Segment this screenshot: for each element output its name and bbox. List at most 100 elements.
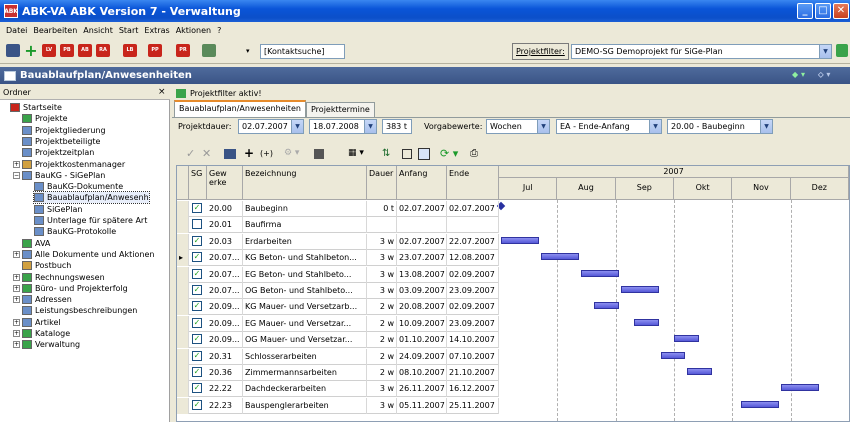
ende-column-header[interactable]: Ende: [447, 166, 499, 200]
close-panel-icon[interactable]: ×: [158, 87, 166, 97]
tree-item-10[interactable]: Unterlage für spätere Art: [34, 215, 147, 226]
print-preview-icon[interactable]: [314, 149, 324, 159]
chevron-down-icon[interactable]: ▼: [537, 120, 549, 133]
gew-cell[interactable]: 20.03: [207, 233, 243, 250]
exit-icon[interactable]: [6, 44, 20, 57]
anfang-cell[interactable]: 02.07.2007: [397, 201, 447, 217]
pp-icon[interactable]: PP: [148, 44, 162, 57]
row-indicator[interactable]: [177, 315, 189, 332]
tree-item-8[interactable]: Bauablaufplan/Anwesenh: [33, 191, 150, 205]
sg-checkbox[interactable]: [192, 219, 202, 230]
gantt-view-icon[interactable]: [418, 148, 430, 160]
menu-datei[interactable]: Datei: [3, 26, 30, 35]
bez-cell[interactable]: Dachdeckerarbeiten: [243, 381, 367, 398]
phase-select[interactable]: 20.00 - Baubeginn ▼: [667, 119, 773, 134]
bez-cell[interactable]: KG Mauer- und Versetzarb...: [243, 299, 367, 316]
ende-cell[interactable]: 02.09.2007: [447, 266, 499, 283]
sort-icon[interactable]: ⇅: [382, 148, 390, 159]
gew-cell[interactable]: 20.31: [207, 348, 243, 365]
tree-item-5[interactable]: Projektkostenmanager: [22, 159, 125, 170]
anfang-cell[interactable]: [397, 217, 447, 234]
sg-checkbox[interactable]: ✓: [192, 350, 202, 361]
collapse-icon[interactable]: −: [13, 171, 20, 179]
gantt-bar[interactable]: [500, 236, 539, 244]
unit-select[interactable]: Wochen ▼: [486, 119, 550, 134]
anfang-cell[interactable]: 20.08.2007: [397, 299, 447, 316]
tree-item-9[interactable]: SiGePlan: [34, 204, 82, 215]
tree-item-20[interactable]: Kataloge: [22, 328, 70, 339]
refresh-icon[interactable]: [836, 44, 848, 57]
anfang-cell[interactable]: 10.09.2007: [397, 315, 447, 332]
table-row[interactable]: ✓ 22.23 Bauspenglerarbeiten 3 w 05.11.2007 25…: [177, 397, 499, 414]
gantt-bar[interactable]: [540, 253, 579, 261]
menu-ansicht[interactable]: Ansicht: [80, 26, 116, 35]
gew-cell[interactable]: 20.01: [207, 217, 243, 234]
refresh-grid-icon[interactable]: ⟳ ▾: [440, 147, 458, 160]
gantt-bar[interactable]: [634, 318, 659, 326]
gantt-bar[interactable]: [620, 286, 659, 293]
dauer-cell[interactable]: 0 t: [367, 201, 397, 217]
ende-cell[interactable]: 23.09.2007: [447, 315, 499, 332]
sg-checkbox[interactable]: ✓: [192, 301, 202, 312]
calendar-icon[interactable]: ▦ ▾: [348, 148, 364, 158]
lb-icon[interactable]: LB: [123, 44, 137, 57]
anfang-cell[interactable]: 24.09.2007: [397, 348, 447, 365]
chevron-down-icon[interactable]: ▼: [760, 120, 772, 133]
sg-checkbox[interactable]: ✓: [192, 235, 202, 246]
bez-cell[interactable]: EG Mauer- und Versetzar...: [243, 315, 367, 332]
table-row[interactable]: ▸ ✓ 20.07... KG Beton- und Stahlbeton... 3 w…: [177, 250, 499, 267]
tree-item-6[interactable]: BauKG - SiGePlan: [22, 170, 105, 181]
tree-item-0[interactable]: Startseite: [10, 102, 62, 113]
dropdown-arrow-icon[interactable]: ▾: [246, 47, 250, 55]
gew-cell[interactable]: 20.07...: [207, 283, 243, 299]
pr-icon[interactable]: PR: [176, 44, 190, 57]
start-date-field[interactable]: 02.07.2007 ▼: [238, 119, 304, 134]
expand-icon[interactable]: +: [13, 284, 20, 292]
tree-item-12[interactable]: AVA: [22, 238, 50, 249]
table-row[interactable]: ✓ 20.31 Schlosserarbeiten 2 w 24.09.2007 07.1…: [177, 348, 499, 365]
table-row[interactable]: ✓ 22.22 Dachdeckerarbeiten 3 w 26.11.2007 16.…: [177, 381, 499, 398]
bez-cell[interactable]: Bauspenglerarbeiten: [243, 397, 367, 414]
row-indicator[interactable]: [177, 348, 189, 365]
close-button[interactable]: ✕: [833, 3, 849, 19]
bez-cell[interactable]: Baubeginn: [243, 201, 367, 217]
anfang-cell[interactable]: 03.09.2007: [397, 283, 447, 299]
bez-cell[interactable]: Zimmermannsarbeiten: [243, 365, 367, 381]
anfang-cell[interactable]: 08.10.2007: [397, 365, 447, 381]
table-row[interactable]: 20.01 Baufirma: [177, 217, 499, 234]
expand-icon[interactable]: +: [13, 250, 20, 258]
dauer-cell[interactable]: 3 w: [367, 381, 397, 398]
anfang-cell[interactable]: 01.10.2007: [397, 332, 447, 349]
tree-item-15[interactable]: Rechnungswesen: [22, 272, 105, 283]
tree-item-16[interactable]: Büro- und Projekterfolg: [22, 283, 128, 294]
tree-item-1[interactable]: Projekte: [22, 113, 68, 124]
anfang-cell[interactable]: 13.08.2007: [397, 266, 447, 283]
bez-cell[interactable]: EG Beton- und Stahlbeto...: [243, 266, 367, 283]
row-indicator[interactable]: [177, 217, 189, 234]
dauer-cell[interactable]: 2 w: [367, 332, 397, 349]
row-indicator[interactable]: [177, 299, 189, 316]
menu-help[interactable]: ?: [214, 26, 224, 35]
gantt-bar[interactable]: [687, 368, 713, 375]
printer-icon[interactable]: ⎙: [470, 148, 478, 159]
settings-icon[interactable]: ⚙ ▾: [284, 148, 299, 158]
anfang-cell[interactable]: 02.07.2007: [397, 233, 447, 250]
row-indicator[interactable]: [177, 233, 189, 250]
gew-cell[interactable]: 20.09...: [207, 299, 243, 316]
dauer-cell[interactable]: 3 w: [367, 266, 397, 283]
bez-cell[interactable]: OG Beton- und Stahlbeto...: [243, 283, 367, 299]
dauer-cell[interactable]: 3 w: [367, 250, 397, 267]
tree-item-21[interactable]: Verwaltung: [22, 339, 80, 350]
minimize-button[interactable]: _: [797, 3, 813, 19]
expand-icon[interactable]: +: [13, 273, 20, 281]
menu-start[interactable]: Start: [116, 26, 142, 35]
link-icon[interactable]: (+): [260, 149, 273, 158]
projektfilter-button[interactable]: Projektfilter:: [512, 43, 569, 60]
gantt-bar[interactable]: [594, 302, 619, 310]
gew-cell[interactable]: 20.09...: [207, 332, 243, 349]
gew-cell[interactable]: 20.09...: [207, 315, 243, 332]
bezeichnung-column-header[interactable]: Bezeichnung: [243, 166, 367, 200]
anfang-column-header[interactable]: Anfang: [397, 166, 447, 200]
dauer-cell[interactable]: 3 w: [367, 397, 397, 414]
expand-icon[interactable]: +: [13, 318, 20, 326]
